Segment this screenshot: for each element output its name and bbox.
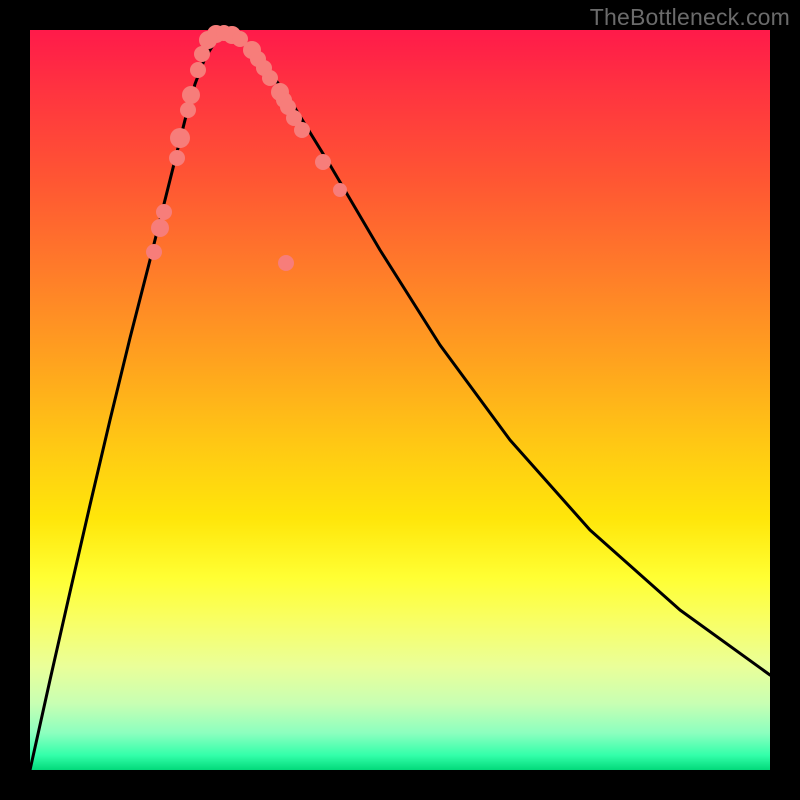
data-marker	[169, 150, 185, 166]
data-marker	[146, 244, 162, 260]
bottleneck-curve	[30, 34, 770, 770]
data-marker	[170, 128, 190, 148]
data-marker	[190, 62, 206, 78]
data-marker	[294, 122, 310, 138]
watermark-text: TheBottleneck.com	[590, 4, 790, 31]
chart-frame: TheBottleneck.com	[0, 0, 800, 800]
data-marker	[182, 86, 200, 104]
plot-area	[30, 30, 770, 770]
data-markers	[146, 25, 347, 271]
data-marker	[262, 70, 278, 86]
data-marker	[333, 183, 347, 197]
data-marker	[278, 255, 294, 271]
data-marker	[151, 219, 169, 237]
data-marker	[156, 204, 172, 220]
data-marker	[180, 102, 196, 118]
data-marker	[315, 154, 331, 170]
bottleneck-chart-svg	[30, 30, 770, 770]
